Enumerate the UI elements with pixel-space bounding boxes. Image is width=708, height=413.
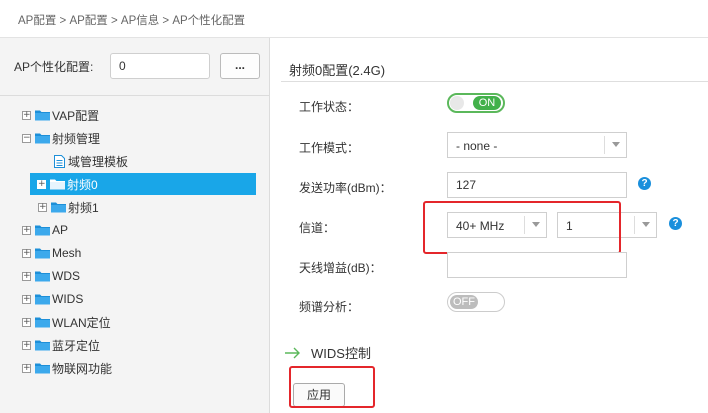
breadcrumb: AP配置 > AP配置 > AP信息 > AP个性化配置 <box>0 0 708 38</box>
expand-icon[interactable]: + <box>22 340 31 350</box>
mode-label: 工作模式： <box>299 141 360 155</box>
ap-config-row: AP个性化配置: ... <box>0 38 270 96</box>
tree-item-label: Mesh <box>52 246 82 260</box>
folder-icon <box>50 178 65 190</box>
tree-item-label: 域管理模板 <box>68 154 129 169</box>
status-label: 工作状态： <box>299 100 360 114</box>
mode-value: - none - <box>456 139 498 153</box>
power-input[interactable] <box>447 172 627 198</box>
folder-icon <box>35 132 50 144</box>
folder-icon <box>51 201 66 213</box>
toggle-knob <box>450 96 464 110</box>
tree-item-radio0[interactable]: + 射频0 <box>30 173 256 195</box>
tree-item-label: 射频0 <box>67 177 98 192</box>
folder-icon <box>35 293 50 305</box>
tree-item-wids[interactable]: + WIDS <box>22 288 262 310</box>
folder-icon <box>35 270 50 282</box>
tree-item-iot[interactable]: + 物联网功能 <box>22 357 262 379</box>
spectrum-toggle[interactable]: OFF <box>447 292 505 312</box>
tree-item-mesh[interactable]: + Mesh <box>22 242 262 264</box>
channel-highlight-box <box>423 201 621 254</box>
spectrum-label: 频谱分析： <box>299 300 360 314</box>
tree-item-label: 射频1 <box>68 200 99 215</box>
power-label: 发送功率(dBm)： <box>299 181 392 195</box>
tree-item-radio-mgmt[interactable]: − 射频管理 <box>22 127 262 149</box>
tree-item-label: WDS <box>52 269 80 283</box>
expand-icon[interactable]: + <box>38 202 47 212</box>
help-icon[interactable]: ? <box>669 217 682 230</box>
expand-icon[interactable]: + <box>22 271 31 281</box>
main-panel: 射频0配置(2.4G) 工作状态： ON 工作模式： - none - 发送功率… <box>271 38 708 413</box>
tree-item-domain-template[interactable]: 域管理模板 <box>54 150 254 172</box>
document-icon <box>54 154 65 168</box>
chevron-down-icon[interactable] <box>634 216 656 234</box>
tree-item-label: VAP配置 <box>52 108 100 123</box>
tree-item-vap[interactable]: + VAP配置 <box>22 104 262 126</box>
folder-icon <box>35 316 50 328</box>
expand-icon[interactable]: + <box>22 110 31 120</box>
tree-item-ap[interactable]: + AP <box>22 219 262 241</box>
antenna-input[interactable] <box>447 252 627 278</box>
help-icon[interactable]: ? <box>638 177 651 190</box>
tree-item-wds[interactable]: + WDS <box>22 265 262 287</box>
tree-item-label: 射频管理 <box>52 131 101 146</box>
folder-icon <box>35 224 50 236</box>
tree-item-label: WLAN定位 <box>52 315 111 330</box>
tree-item-label: AP <box>52 223 69 237</box>
antenna-label: 天线增益(dB)： <box>299 261 382 275</box>
tree-item-bluetooth-location[interactable]: + 蓝牙定位 <box>22 334 262 356</box>
wids-title: WIDS控制 <box>311 346 371 361</box>
browse-button[interactable]: ... <box>220 53 260 79</box>
left-panel: AP个性化配置: ... + VAP配置 − 射频管理 域管理模板 + 射频0 … <box>0 38 270 413</box>
section-title: 射频0配置(2.4G) <box>289 63 386 78</box>
tree-item-radio1[interactable]: + 射频1 <box>38 196 258 218</box>
channel-label: 信道： <box>299 221 336 235</box>
toggle-state: ON <box>473 96 501 110</box>
section-divider <box>281 81 708 82</box>
expand-icon[interactable]: + <box>22 317 31 327</box>
tree-item-label: WIDS <box>52 292 84 306</box>
apply-highlight-box <box>289 366 375 408</box>
mode-select[interactable]: - none - <box>447 132 627 158</box>
toggle-state: OFF <box>450 295 478 309</box>
expand-icon[interactable]: + <box>22 294 31 304</box>
wids-section-header[interactable]: WIDS控制 <box>285 343 371 362</box>
folder-icon <box>35 109 50 121</box>
status-toggle[interactable]: ON <box>447 93 505 113</box>
tree-item-wlan-location[interactable]: + WLAN定位 <box>22 311 262 333</box>
ap-config-label: AP个性化配置: <box>14 60 94 74</box>
folder-icon <box>35 247 50 259</box>
arrow-right-icon <box>285 347 300 358</box>
folder-icon <box>35 362 50 374</box>
expand-icon[interactable]: + <box>37 179 46 189</box>
folder-icon <box>35 339 50 351</box>
expand-icon[interactable]: + <box>22 225 31 235</box>
tree-item-label: 物联网功能 <box>52 361 113 376</box>
expand-icon[interactable]: + <box>22 363 31 373</box>
collapse-icon[interactable]: − <box>22 133 31 143</box>
chevron-down-icon[interactable] <box>604 136 626 154</box>
ap-config-input[interactable] <box>110 53 210 79</box>
tree-item-label: 蓝牙定位 <box>52 338 101 353</box>
expand-icon[interactable]: + <box>22 248 31 258</box>
